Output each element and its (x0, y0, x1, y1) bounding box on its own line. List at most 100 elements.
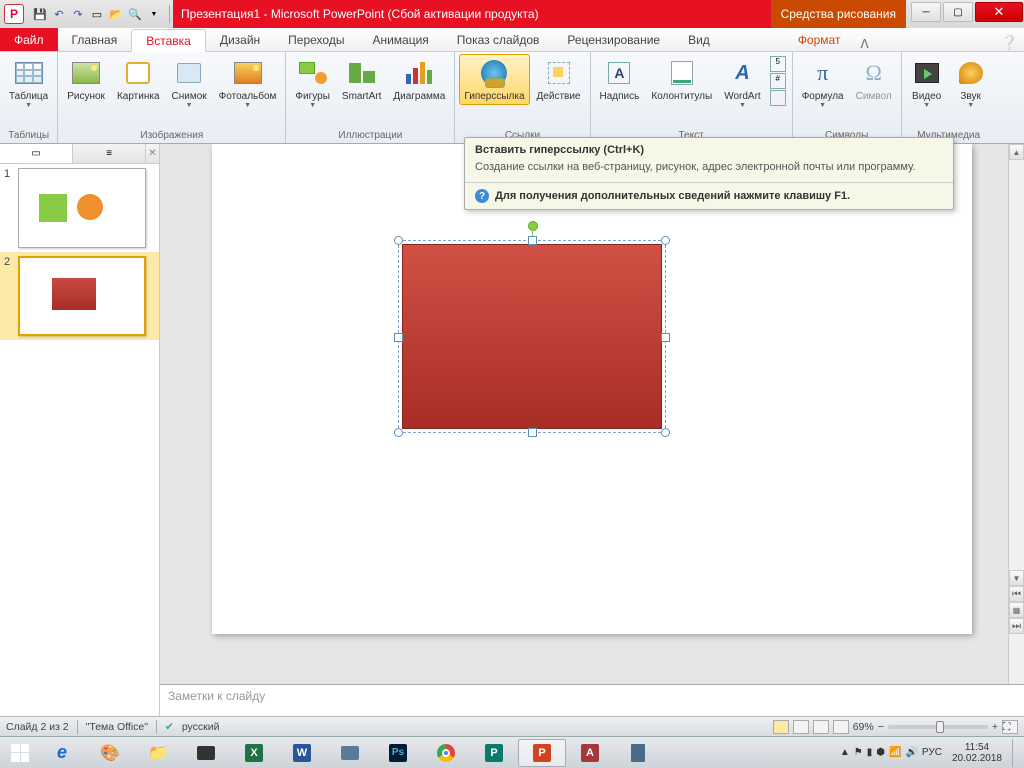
tray-flag-icon[interactable]: ⚑ (854, 747, 863, 758)
screenshot-button[interactable]: Снимок▼ (167, 54, 212, 112)
thumbnail-tab-slides[interactable]: ▭ (0, 144, 73, 163)
ribbon-minimize-icon[interactable]: ᐱ (854, 37, 874, 51)
preview-icon[interactable]: 🔍 (127, 6, 143, 22)
resize-handle-ne[interactable] (661, 236, 670, 245)
taskbar-app2[interactable] (326, 739, 374, 767)
thumbnail-1[interactable]: 1 (0, 164, 159, 252)
undo-icon[interactable]: ↶ (51, 6, 67, 22)
resize-handle-s[interactable] (528, 428, 537, 437)
audio-button[interactable]: Звук▼ (950, 54, 992, 112)
tray-icon[interactable]: ⬢ (876, 747, 885, 758)
scroll-down-icon[interactable]: ▼ (1009, 570, 1024, 586)
fit-window-icon[interactable]: ⛶ (1002, 720, 1018, 734)
maximize-button[interactable]: ▢ (943, 2, 973, 22)
action-button[interactable]: Действие (532, 54, 586, 105)
tab-slideshow[interactable]: Показ слайдов (443, 28, 554, 51)
show-desktop[interactable] (1012, 739, 1020, 767)
zoom-in-icon[interactable]: + (992, 721, 998, 733)
resize-handle-se[interactable] (661, 428, 670, 437)
language-indicator[interactable]: русский (182, 721, 220, 733)
tab-view[interactable]: Вид (674, 28, 724, 51)
taskbar-explorer[interactable]: 📁 (134, 739, 182, 767)
symbol-button[interactable]: ΩСимвол (851, 54, 897, 105)
tab-design[interactable]: Дизайн (206, 28, 274, 51)
start-button[interactable] (2, 739, 38, 767)
tray-battery-icon[interactable]: ▮ (867, 747, 873, 758)
taskbar-calc[interactable] (614, 739, 662, 767)
video-button[interactable]: Видео▼ (906, 54, 948, 112)
view-slideshow-icon[interactable] (833, 720, 849, 734)
help-icon[interactable]: ❔ (995, 34, 1024, 51)
resize-handle-n[interactable] (528, 236, 537, 245)
chart-button[interactable]: Диаграмма (388, 54, 450, 105)
close-button[interactable]: ✕ (975, 2, 1023, 22)
view-normal-icon[interactable] (773, 720, 789, 734)
taskbar-paint[interactable]: 🎨 (86, 739, 134, 767)
prev-slide-icon[interactable]: ⏮ (1009, 586, 1024, 602)
tab-transitions[interactable]: Переходы (274, 28, 358, 51)
smartart-button[interactable]: SmartArt (337, 54, 386, 105)
open-icon[interactable]: 📂 (108, 6, 124, 22)
tab-review[interactable]: Рецензирование (553, 28, 674, 51)
tab-format[interactable]: Формат (784, 28, 855, 51)
resize-handle-w[interactable] (394, 333, 403, 342)
save-icon[interactable]: 💾 (32, 6, 48, 22)
slide-scroll[interactable] (160, 144, 1024, 684)
vertical-scrollbar[interactable]: ▲ ▼ ⏮ ▦ ⏭ (1008, 144, 1024, 684)
qat-dropdown-icon[interactable]: ▼ (146, 6, 162, 22)
zoom-level[interactable]: 69% (853, 721, 874, 733)
taskbar-word[interactable]: W (278, 739, 326, 767)
view-sorter-icon[interactable] (793, 720, 809, 734)
taskbar-access[interactable]: A (566, 739, 614, 767)
taskbar-powerpoint[interactable]: P (518, 739, 566, 767)
slide-canvas[interactable] (212, 144, 972, 634)
datetime-icon[interactable]: 5 (770, 56, 786, 72)
tray-volume-icon[interactable]: 🔊 (905, 747, 917, 758)
taskbar-excel[interactable]: X (230, 739, 278, 767)
taskbar-ie[interactable]: e (38, 739, 86, 767)
scroll-up-icon[interactable]: ▲ (1009, 144, 1024, 160)
zoom-thumb[interactable] (936, 721, 944, 733)
minimize-button[interactable]: ─ (911, 2, 941, 22)
object-icon[interactable] (770, 90, 786, 106)
equation-button[interactable]: πФормула▼ (797, 54, 849, 112)
thumbnail-2[interactable]: 2 (0, 252, 159, 340)
picture-button[interactable]: Рисунок (62, 54, 110, 105)
taskbar-publisher[interactable]: P (470, 739, 518, 767)
thumbnail-tab-outline[interactable]: ≡ (73, 144, 146, 163)
spellcheck-icon[interactable]: ✔ (165, 721, 174, 733)
rotate-handle[interactable] (528, 221, 538, 231)
shapes-button[interactable]: Фигуры▼ (290, 54, 334, 112)
slidenum-icon[interactable]: # (770, 73, 786, 89)
wordart-button[interactable]: AWordArt▼ (719, 54, 766, 112)
view-reading-icon[interactable] (813, 720, 829, 734)
hyperlink-button[interactable]: Гиперссылка (459, 54, 529, 105)
tray-clock[interactable]: 11:54 20.02.2018 (946, 742, 1008, 764)
zoom-out-icon[interactable]: − (878, 721, 884, 733)
clipart-button[interactable]: Картинка (112, 54, 165, 105)
album-button[interactable]: Фотоальбом▼ (214, 54, 282, 112)
taskbar-chrome[interactable] (422, 739, 470, 767)
headerfooter-button[interactable]: Колонтитулы (646, 54, 717, 105)
resize-handle-e[interactable] (661, 333, 670, 342)
textbox-button[interactable]: AНадпись (595, 54, 645, 105)
resize-handle-nw[interactable] (394, 236, 403, 245)
tab-home[interactable]: Главная (58, 28, 132, 51)
taskbar-app1[interactable] (182, 739, 230, 767)
tab-insert[interactable]: Вставка (131, 29, 206, 52)
tab-animation[interactable]: Анимация (358, 28, 442, 51)
thumbnail-number: 2 (4, 256, 14, 336)
tray-network-icon[interactable]: 📶 (889, 747, 901, 758)
thumbnail-close-icon[interactable]: ✕ (146, 144, 159, 163)
next-slide-icon[interactable]: ⏭ (1009, 618, 1024, 634)
tray-language[interactable]: РУС (922, 747, 942, 758)
new-icon[interactable]: ▭ (89, 6, 105, 22)
tab-file[interactable]: Файл (0, 28, 58, 51)
tray-up-icon[interactable]: ▲ (840, 747, 850, 758)
zoom-slider[interactable] (888, 725, 988, 729)
taskbar-photoshop[interactable]: Ps (374, 739, 422, 767)
slide-nav-icon[interactable]: ▦ (1009, 602, 1024, 618)
redo-icon[interactable]: ↷ (70, 6, 86, 22)
table-button[interactable]: Таблица▼ (4, 54, 53, 112)
resize-handle-sw[interactable] (394, 428, 403, 437)
